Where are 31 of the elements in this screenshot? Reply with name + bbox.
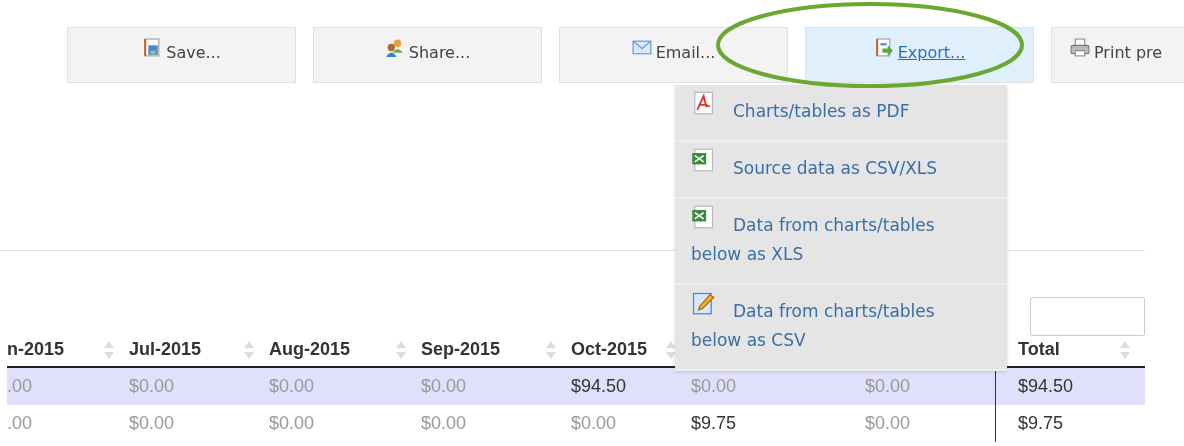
menu-item[interactable]: Charts/tables as PDF [675,85,1007,142]
table-cell: $0.00 [269,413,315,433]
toolbar-button[interactable]: Export... [805,27,1034,83]
column-header[interactable]: Oct-2015 [571,339,648,360]
column-header[interactable]: Sep-2015 [421,339,501,360]
table-cell: .00 [7,376,33,396]
column-header[interactable]: Jul-2015 [129,339,202,360]
table-cell: $0.00 [865,376,911,396]
toolbar-button[interactable]: Save... [67,27,296,83]
table-cell: $94.50 [1018,376,1074,396]
table-cell: $0.00 [691,376,737,396]
table-cell: $0.00 [571,413,617,433]
menu-item[interactable]: Data from charts/tables below as CSV [675,285,1007,371]
toolbar-button[interactable]: Print pre [1051,27,1184,83]
table-cell: .00 [7,413,33,433]
table-cell: $0.00 [129,376,175,396]
table-cell: $0.00 [421,413,467,433]
table-cell: $0.00 [269,376,315,396]
table-cell: $9.75 [691,413,737,433]
table-cell: $0.00 [421,376,467,396]
table-cell: $0.00 [129,413,175,433]
menu-item[interactable]: Source data as CSV/XLS [675,142,1007,199]
table-cell: $94.50 [571,376,627,396]
table-cell: $0.00 [865,413,911,433]
column-header[interactable]: Total [1018,339,1060,360]
table-cell: $9.75 [1018,413,1064,433]
column-header[interactable]: Aug-2015 [269,339,351,360]
toolbar-button[interactable]: Email... [559,27,788,83]
toolbar-button[interactable]: Share... [313,27,542,83]
menu-item[interactable]: Data from charts/tables below as XLS [675,199,1007,285]
column-header[interactable]: n-2015 [7,339,65,360]
